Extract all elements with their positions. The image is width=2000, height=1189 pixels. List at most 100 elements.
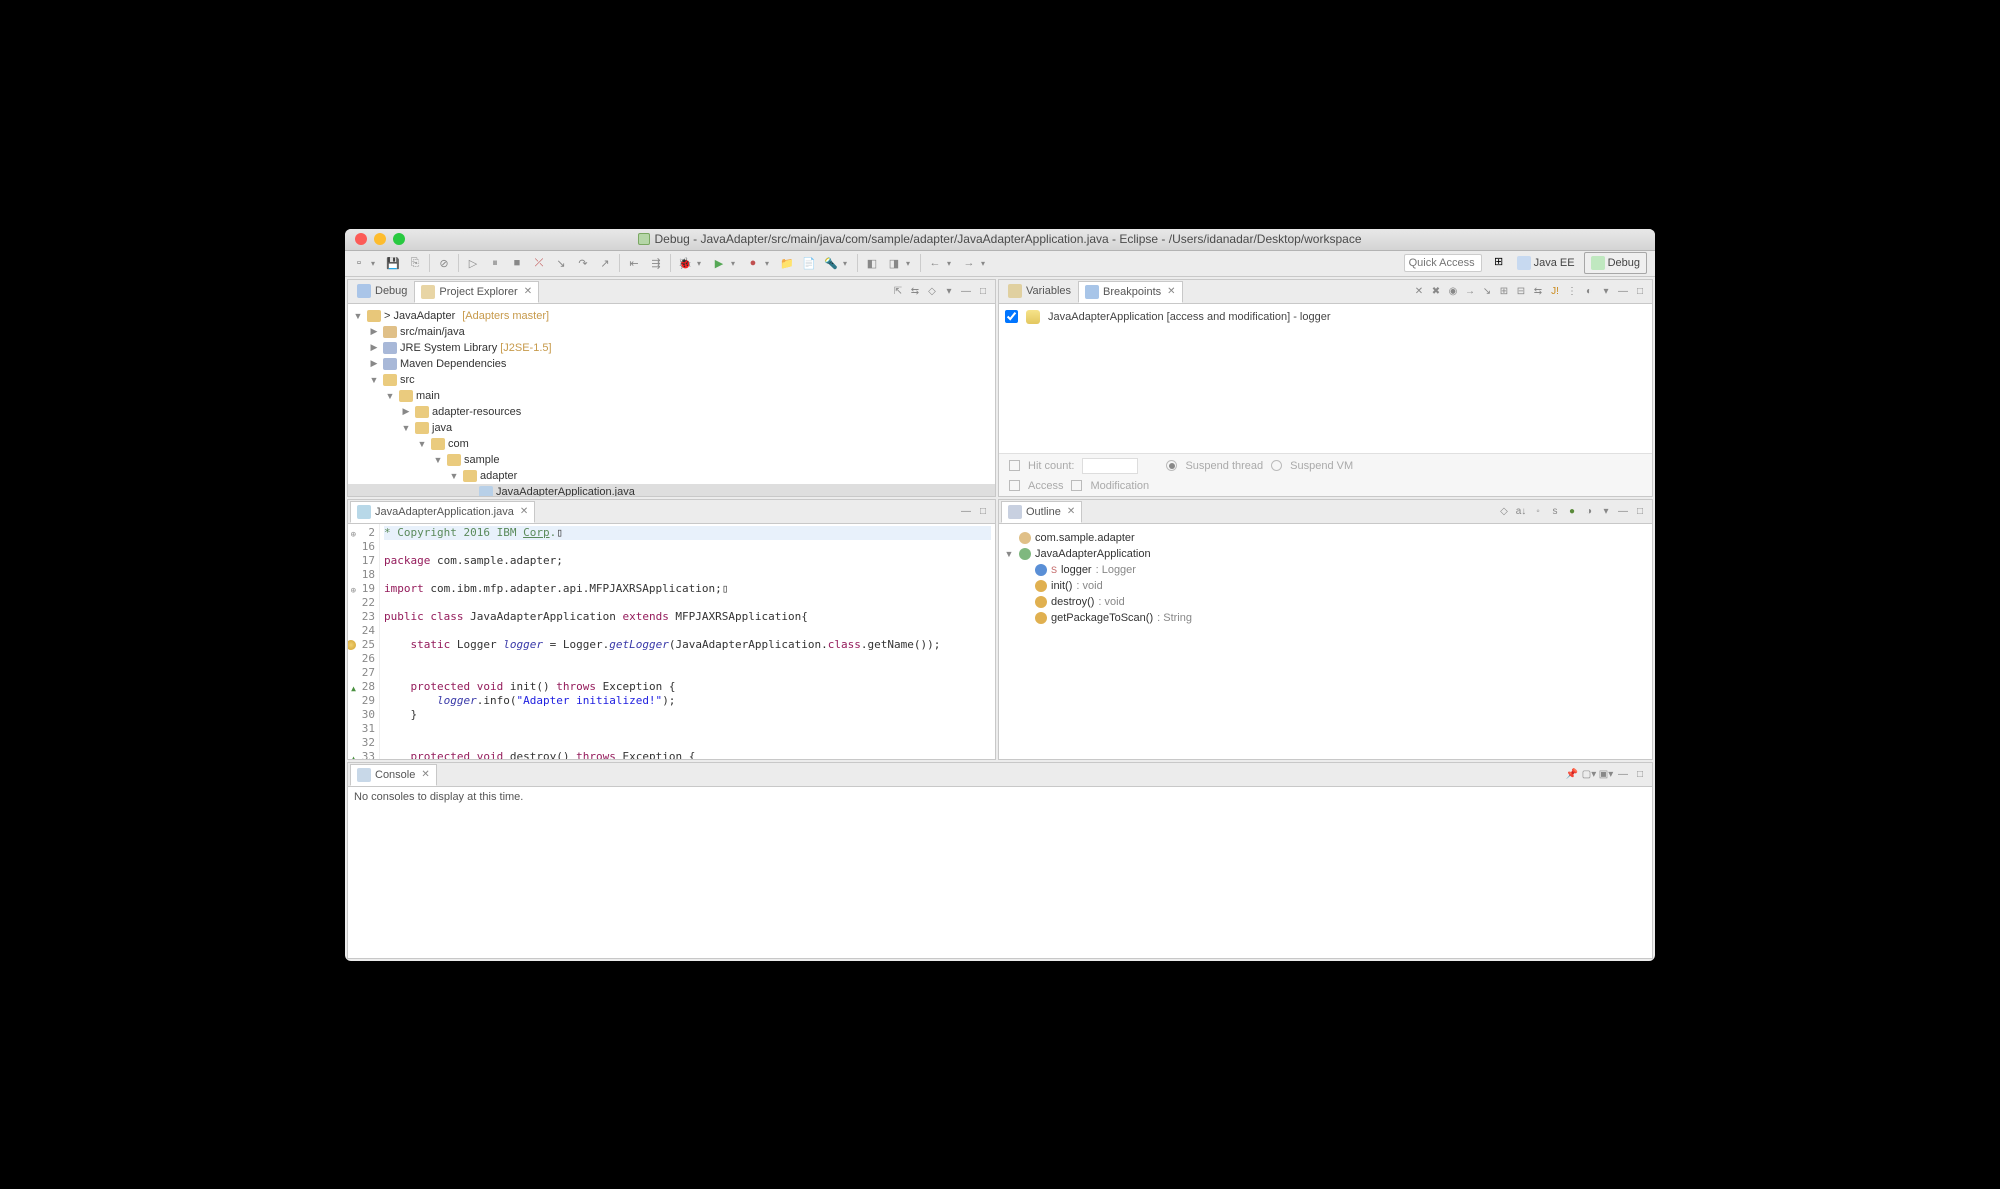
code-line[interactable]: protected void init() throws Exception { — [384, 680, 991, 694]
show-supported-button[interactable]: ◉ — [1445, 283, 1461, 299]
run-last-button[interactable]: ● — [743, 253, 763, 273]
step-over-button[interactable]: ↷ — [573, 253, 593, 273]
outline-body[interactable]: com.sample.adapter▼JavaAdapterApplicatio… — [999, 524, 1652, 759]
skip-all-button[interactable]: ↘ — [1479, 283, 1495, 299]
minimize-outline-button[interactable]: — — [1615, 503, 1631, 519]
forward-nav-button[interactable]: → — [959, 253, 979, 273]
code-line[interactable]: package com.sample.adapter; — [384, 554, 991, 568]
tab-breakpoints[interactable]: Breakpoints ✕ — [1078, 281, 1182, 303]
hide-local-button[interactable]: ◑ — [1581, 503, 1597, 519]
outline-item[interactable]: getPackageToScan() : String — [1003, 610, 1648, 626]
close-tab-icon[interactable]: ✕ — [1167, 286, 1175, 297]
outline-item[interactable]: init() : void — [1003, 578, 1648, 594]
perspective-debug[interactable]: Debug — [1584, 252, 1647, 274]
open-perspective-button[interactable]: ⊞ — [1490, 252, 1508, 270]
remove-breakpoint-button[interactable]: ✕ — [1411, 283, 1427, 299]
step-into-button[interactable]: ↘ — [551, 253, 571, 273]
maximize-bp-button[interactable]: □ — [1632, 283, 1648, 299]
editor-gutter[interactable]: 2⊕16171819⊕22232425262728▲2930313233▲34 — [348, 524, 380, 759]
tab-debug[interactable]: Debug — [350, 280, 414, 302]
line-number[interactable]: 17 — [348, 554, 375, 568]
goto-file-button[interactable]: → — [1462, 283, 1478, 299]
line-number[interactable]: 32 — [348, 736, 375, 750]
tree-item[interactable]: ▶JRE System Library [J2SE-1.5] — [348, 340, 995, 356]
open-task-button[interactable]: ◨ — [884, 253, 904, 273]
quick-access[interactable] — [1404, 254, 1482, 272]
editor-code[interactable]: * Copyright 2016 IBM Corp.▯package com.s… — [380, 524, 995, 759]
code-line[interactable]: public class JavaAdapterApplication exte… — [384, 610, 991, 624]
zoom-window-button[interactable] — [393, 233, 405, 245]
tree-item[interactable]: ▼adapter — [348, 468, 995, 484]
perspective-java-ee[interactable]: Java EE — [1510, 252, 1582, 274]
outline-item[interactable]: ▼JavaAdapterApplication — [1003, 546, 1648, 562]
tree-item[interactable]: ▼sample — [348, 452, 995, 468]
line-number[interactable]: 26 — [348, 652, 375, 666]
new-server-button[interactable]: 📁 — [777, 253, 797, 273]
tree-arrow-icon[interactable]: ▼ — [384, 391, 396, 401]
suspend-button[interactable]: ⏸ — [485, 253, 505, 273]
view-menu-bp-button[interactable]: ▾ — [1598, 283, 1614, 299]
code-line[interactable]: import com.ibm.mfp.adapter.api.MFPJAXRSA… — [384, 582, 991, 596]
outline-item[interactable]: destroy() : void — [1003, 594, 1648, 610]
tab-project-explorer[interactable]: Project Explorer ✕ — [414, 281, 539, 303]
tree-arrow-icon[interactable]: ▶ — [368, 358, 380, 369]
tab-console[interactable]: Console ✕ — [350, 764, 437, 786]
code-line[interactable] — [384, 596, 991, 610]
line-number[interactable]: 29 — [348, 694, 375, 708]
editor-body[interactable]: 2⊕16171819⊕22232425262728▲2930313233▲34 … — [348, 524, 995, 759]
hit-count-input[interactable] — [1082, 458, 1138, 474]
run-launch-button[interactable]: ▶ — [709, 253, 729, 273]
tree-item[interactable]: ▶src/main/java — [348, 324, 995, 340]
line-number[interactable]: 18 — [348, 568, 375, 582]
maximize-console-button[interactable]: □ — [1632, 766, 1648, 782]
breakpoint-enabled-checkbox[interactable] — [1005, 310, 1018, 323]
sort-button[interactable]: a↓ — [1513, 503, 1529, 519]
line-number[interactable]: 2⊕ — [348, 526, 375, 540]
new-button[interactable]: ▫ — [349, 253, 369, 273]
tree-arrow-icon[interactable]: ▼ — [416, 439, 428, 449]
line-number[interactable]: 19⊕ — [348, 582, 375, 596]
open-type-button[interactable]: ◧ — [862, 253, 882, 273]
disconnect-button[interactable]: ⤫ — [529, 253, 549, 273]
code-line[interactable]: logger.info("Adapter initialized!"); — [384, 694, 991, 708]
code-line[interactable]: protected void destroy() throws Exceptio… — [384, 750, 991, 759]
save-all-button[interactable]: ⎘ — [405, 253, 425, 273]
back-nav-button[interactable]: ← — [925, 253, 945, 273]
project-tree[interactable]: ▼ > JavaAdapter [Adapters master] ▶src/m… — [348, 304, 995, 496]
tab-outline[interactable]: Outline ✕ — [1001, 501, 1082, 523]
tree-arrow-icon[interactable]: ▼ — [368, 375, 380, 385]
close-window-button[interactable] — [355, 233, 367, 245]
line-number[interactable]: 31 — [348, 722, 375, 736]
step-return-button[interactable]: ↗ — [595, 253, 615, 273]
code-line[interactable] — [384, 722, 991, 736]
collapse-all-button[interactable]: ⇱ — [890, 283, 906, 299]
link-button[interactable]: ⇆ — [1530, 283, 1546, 299]
working-set-button[interactable]: ◐ — [1581, 283, 1597, 299]
code-line[interactable] — [384, 666, 991, 680]
tree-arrow-icon[interactable]: ▶ — [400, 406, 412, 417]
access-checkbox[interactable] — [1009, 480, 1020, 491]
code-line[interactable] — [384, 624, 991, 638]
use-step-filters-button[interactable]: ⇶ — [646, 253, 666, 273]
minimize-editor-button[interactable]: — — [958, 503, 974, 519]
line-number[interactable]: 24 — [348, 624, 375, 638]
minimize-console-button[interactable]: — — [1615, 766, 1631, 782]
outline-item[interactable]: Slogger : Logger — [1003, 562, 1648, 578]
code-line[interactable] — [384, 736, 991, 750]
debug-launch-button[interactable]: 🐞 — [675, 253, 695, 273]
code-line[interactable]: } — [384, 708, 991, 722]
save-button[interactable]: 💾 — [383, 253, 403, 273]
new-java-button[interactable]: 📄 — [799, 253, 819, 273]
tree-arrow-icon[interactable]: ▼ — [448, 471, 460, 481]
drop-to-frame-button[interactable]: ⇤ — [624, 253, 644, 273]
focus-outline-button[interactable]: ◇ — [1496, 503, 1512, 519]
line-number[interactable]: 28▲ — [348, 680, 375, 694]
hide-fields-button[interactable]: ◦ — [1530, 503, 1546, 519]
line-number[interactable]: 30 — [348, 708, 375, 722]
line-number[interactable]: 27 — [348, 666, 375, 680]
search-button[interactable]: 🔦 — [821, 253, 841, 273]
tree-item[interactable]: ▶Maven Dependencies — [348, 356, 995, 372]
open-console-button[interactable]: ▣▾ — [1598, 766, 1614, 782]
view-menu-outline-button[interactable]: ▾ — [1598, 503, 1614, 519]
outline-item[interactable]: com.sample.adapter — [1003, 530, 1648, 546]
